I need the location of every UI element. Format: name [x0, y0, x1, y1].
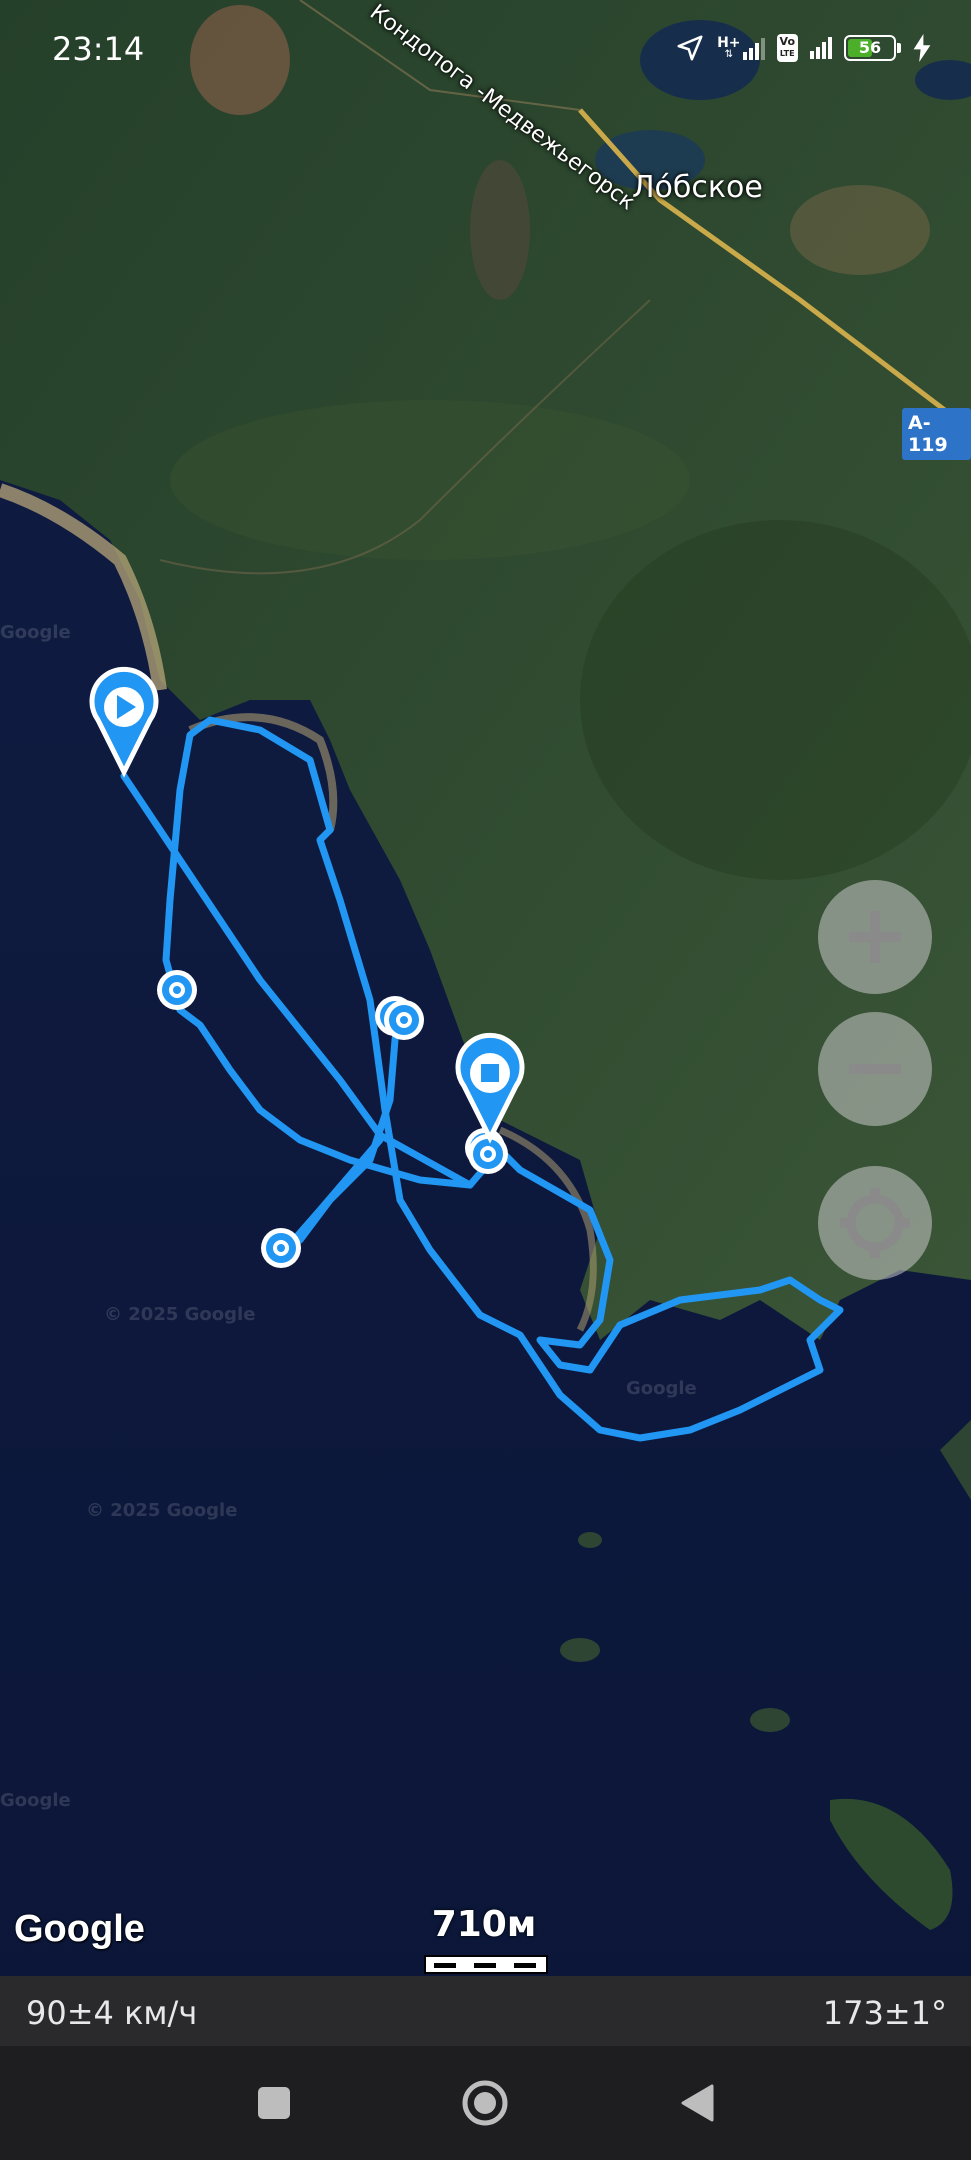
home-button[interactable] [450, 2068, 520, 2138]
place-label: Лóбское [632, 170, 763, 205]
battery-icon: 56 [844, 35, 896, 61]
battery-level: 56 [858, 38, 882, 57]
zoom-in-button[interactable] [818, 880, 932, 994]
waypoint-icon[interactable] [384, 1000, 424, 1040]
status-bar: 23:14 H+ ⇅ Vo LTE 56 [0, 0, 971, 96]
minus-icon [849, 1064, 901, 1074]
stop-icon [481, 1064, 499, 1082]
volte-icon: Vo LTE [776, 34, 798, 62]
google-logo: Google [14, 1908, 145, 1950]
home-circle-icon [462, 2080, 508, 2126]
zoom-out-button[interactable] [818, 1012, 932, 1126]
target-icon [840, 1188, 910, 1258]
waypoint-icon[interactable] [261, 1228, 301, 1268]
recents-button[interactable] [239, 2068, 309, 2138]
network-type: H+ [717, 35, 741, 51]
status-time: 23:14 [52, 30, 145, 68]
signal-icon: H+ ⇅ [717, 35, 765, 60]
back-button[interactable] [662, 2068, 732, 2138]
charging-bolt-icon [913, 34, 931, 62]
watermark: © 2025 Google [104, 1304, 256, 1325]
back-triangle-icon [681, 2084, 714, 2122]
plus-icon [849, 911, 901, 963]
system-nav-bar [0, 2046, 971, 2160]
heading-readout: 173±1° [822, 1994, 947, 2032]
recents-square-icon [258, 2087, 290, 2119]
watermark: © 2025 Google [86, 1500, 238, 1521]
status-icons: H+ ⇅ Vo LTE 56 [675, 28, 931, 68]
watermark: Google [0, 622, 71, 643]
my-location-button[interactable] [818, 1166, 932, 1280]
info-bar: 90±4 км/ч 173±1° [0, 1976, 971, 2046]
waypoint-icon[interactable] [468, 1134, 508, 1174]
watermark: Google [626, 1378, 697, 1399]
waypoint-icon[interactable] [157, 970, 197, 1010]
road-badge: A-119 [902, 408, 971, 460]
watermark: Google [0, 1790, 71, 1811]
location-arrow-icon [677, 35, 703, 61]
scale-label: 710м [431, 1904, 537, 1945]
speed-readout: 90±4 км/ч [26, 1994, 198, 2032]
scale-bar [424, 1955, 548, 1974]
signal-icon [810, 37, 832, 59]
